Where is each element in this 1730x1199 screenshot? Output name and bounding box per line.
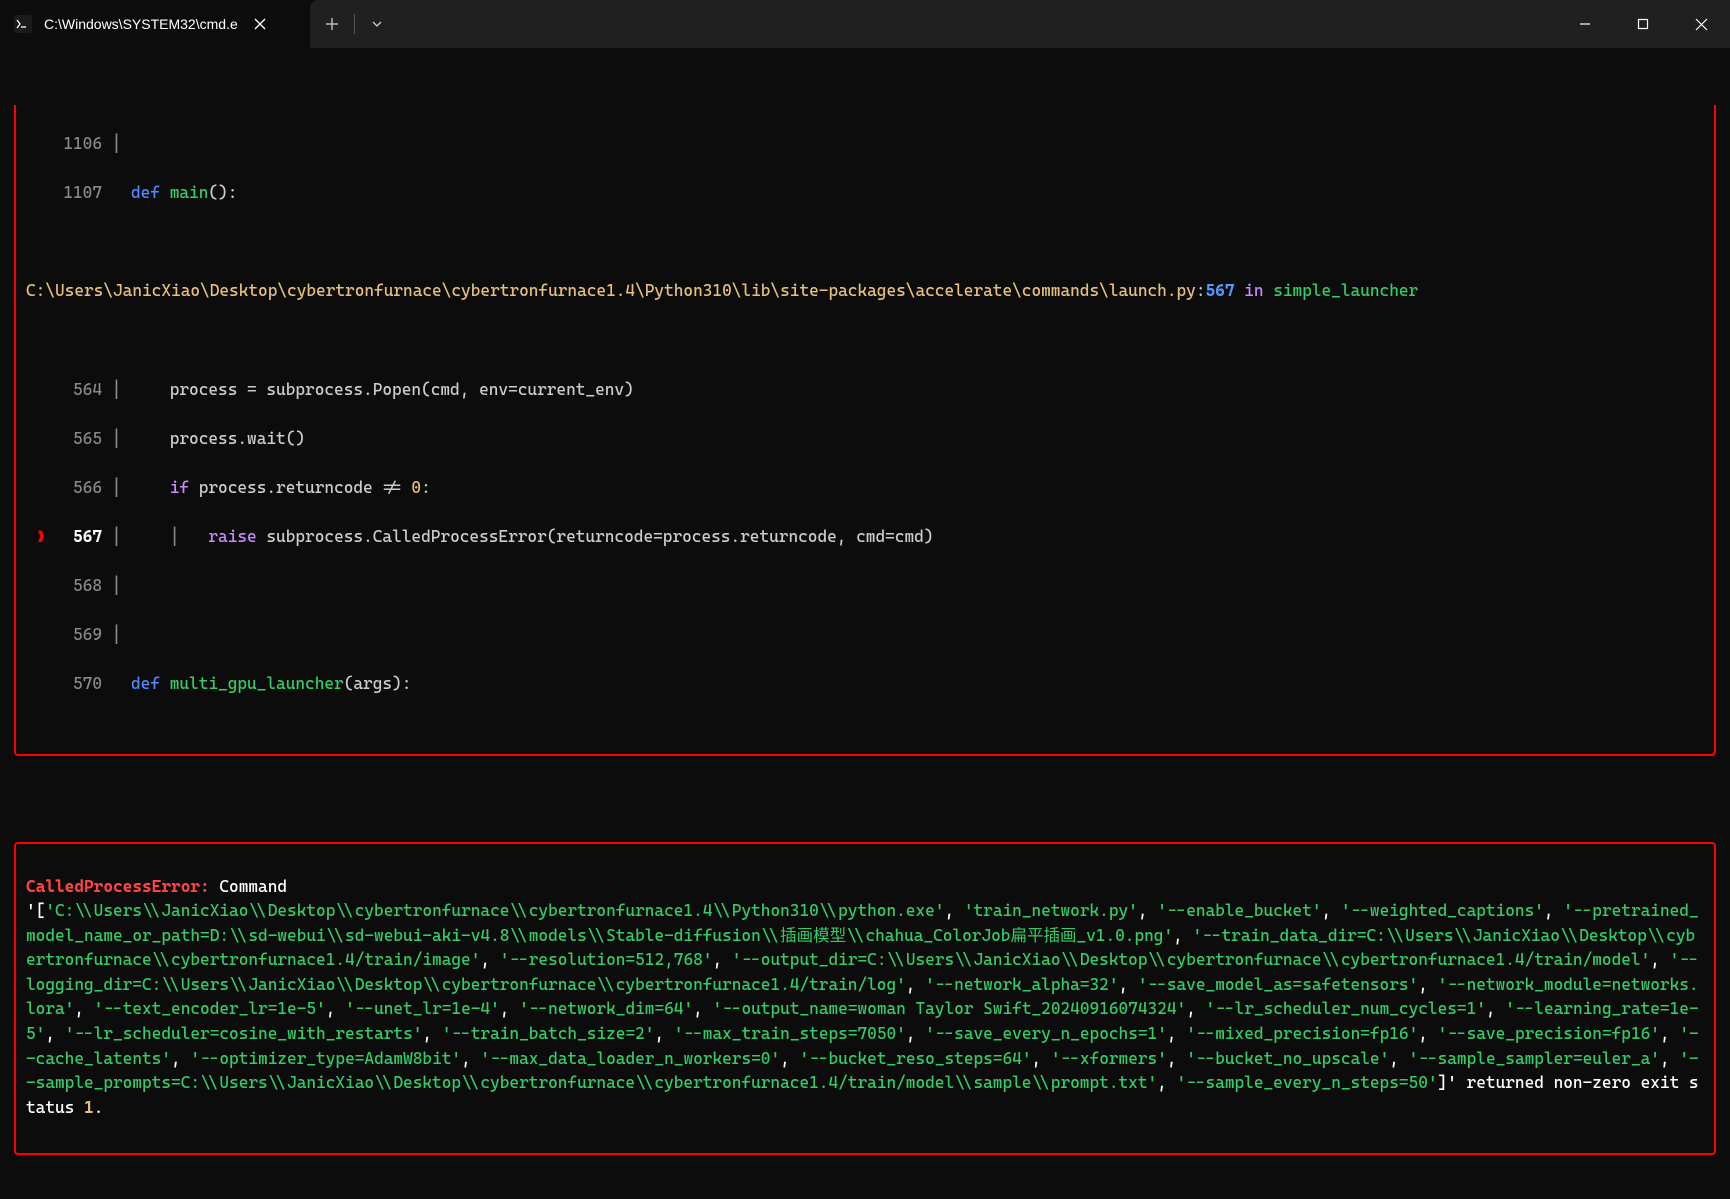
error-arg: '--weighted_captions' — [1341, 901, 1544, 920]
tab-title: C:\Windows\SYSTEM32\cmd.e — [44, 16, 238, 32]
minimize-button[interactable] — [1556, 0, 1614, 48]
line-number: 565 — [46, 427, 102, 452]
error-box: CalledProcessError: Command '['C:\\Users… — [14, 842, 1716, 1155]
tab-close-button[interactable] — [250, 14, 270, 34]
code-line: process = subprocess.Popen(cmd, env=curr… — [131, 378, 1704, 403]
close-window-button[interactable] — [1672, 0, 1730, 48]
error-arg: '--lr_scheduler=cosine_with_restarts' — [65, 1024, 423, 1043]
maximize-button[interactable] — [1614, 0, 1672, 48]
code-line: process.wait() — [131, 427, 1704, 452]
line-number: 1107 — [46, 181, 102, 206]
error-arg: '--resolution=512,768' — [500, 950, 713, 969]
line-number: 570 — [46, 672, 102, 697]
terminal-output[interactable]: 1106 │ 1107 def main(): C:\Users\JanicXi… — [0, 48, 1730, 1199]
error-arg: '--train_batch_size=2' — [442, 1024, 655, 1043]
tab-dropdown-button[interactable] — [355, 0, 399, 48]
error-marker-icon: ❱ — [26, 525, 46, 550]
error-arg: '--network_alpha=32' — [925, 975, 1118, 994]
window-controls — [1556, 0, 1730, 48]
error-arg: '--mixed_precision=fp16' — [1186, 1024, 1418, 1043]
error-arg: '--save_every_n_epochs=1' — [925, 1024, 1167, 1043]
error-arg: 'C:\\Users\\JanicXiao\\Desktop\\cybertro… — [45, 901, 944, 920]
tab-bar — [310, 0, 1730, 48]
new-tab-button[interactable] — [310, 0, 354, 48]
error-arg: '--bucket_reso_steps=64' — [799, 1049, 1031, 1068]
error-args-list: 'C:\\Users\\JanicXiao\\Desktop\\cybertro… — [26, 901, 1699, 1092]
source-line: 567 — [1206, 281, 1235, 300]
line-number: 566 — [46, 476, 102, 501]
function-context: simple_launcher — [1273, 281, 1418, 300]
error-arg: '--max_train_steps=7050' — [674, 1024, 906, 1043]
active-tab[interactable]: C:\Windows\SYSTEM32\cmd.e — [0, 0, 310, 48]
titlebar: C:\Windows\SYSTEM32\cmd.e — [0, 0, 1730, 48]
error-arg: '--sample_sampler=euler_a' — [1409, 1049, 1660, 1068]
function-name: multi_gpu_launcher — [170, 674, 344, 693]
error-name: CalledProcessError: — [26, 877, 219, 896]
source-path: C:\Users\JanicXiao\Desktop\cybertronfurn… — [26, 281, 1196, 300]
keyword-def: def — [131, 674, 170, 693]
exit-code: 1 — [84, 1098, 94, 1117]
error-arg: '--enable_bucket' — [1157, 901, 1321, 920]
error-arg: '--output_dir=C:\\Users\\JanicXiao\\Desk… — [732, 950, 1650, 969]
keyword-raise: raise — [208, 527, 256, 546]
keyword-if: if — [170, 478, 189, 497]
line-number-active: 567 — [46, 525, 102, 550]
line-number: 1106 — [46, 132, 102, 157]
error-arg: '--xformers' — [1051, 1049, 1167, 1068]
line-number: 569 — [46, 623, 102, 648]
error-arg: '--max_data_loader_n_workers=0' — [480, 1049, 780, 1068]
error-arg: '--unet_lr=1e-4' — [345, 999, 500, 1018]
error-arg: '--save_model_as=safetensors' — [1138, 975, 1418, 994]
error-command-word: Command — [219, 877, 287, 896]
error-arg: '--lr_scheduler_num_cycles=1' — [1206, 999, 1486, 1018]
line-number: 568 — [46, 574, 102, 599]
error-arg: '--sample_every_n_steps=50' — [1177, 1073, 1438, 1092]
error-arg: '--output_name=woman Taylor Swift_202409… — [712, 999, 1186, 1018]
error-arg: '--optimizer_type=AdamW8bit' — [190, 1049, 461, 1068]
cmd-icon — [14, 15, 32, 33]
error-arg: '--network_dim=64' — [519, 999, 693, 1018]
function-name: main — [170, 183, 209, 202]
error-arg: '--text_encoder_lr=1e-5' — [94, 999, 326, 1018]
error-arg: 'train_network.py' — [964, 901, 1138, 920]
line-number: 564 — [46, 378, 102, 403]
traceback-frame: 1106 │ 1107 def main(): C:\Users\JanicXi… — [14, 105, 1716, 756]
keyword-def: def — [131, 183, 170, 202]
error-arg: '--save_precision=fp16' — [1438, 1024, 1660, 1043]
error-arg: '--bucket_no_upscale' — [1186, 1049, 1389, 1068]
